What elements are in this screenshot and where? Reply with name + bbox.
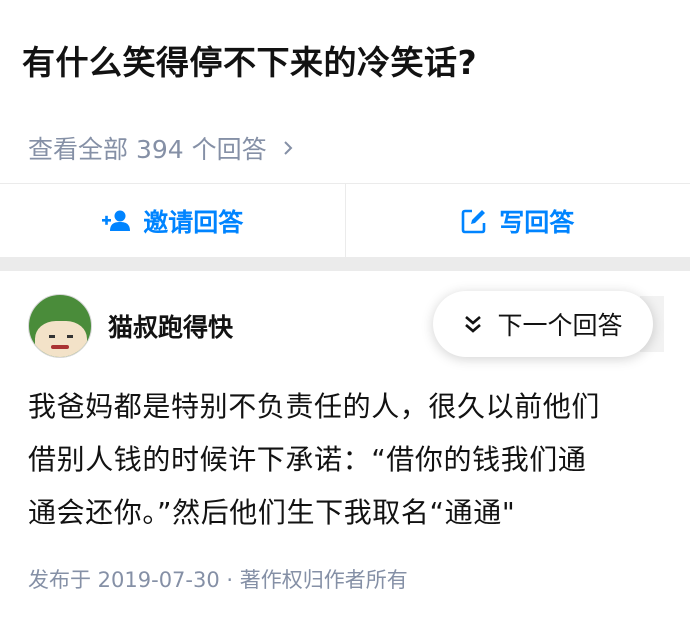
answer-line: 借别人钱的时候许下承诺：“借你的钱我们通 <box>28 443 587 476</box>
author-name[interactable]: 猫叔跑得快 <box>108 308 233 344</box>
next-answer-button[interactable]: 下一个回答 <box>433 291 653 357</box>
write-answer-button[interactable]: 写回答 <box>344 184 690 257</box>
invite-answer-label: 邀请回答 <box>143 207 244 237</box>
answer-content: 我爸妈都是特别不负责任的人，很久以前他们 借别人钱的时候许下承诺：“借你的钱我们… <box>28 380 668 539</box>
answer-meta: 发布于 2019-07-30 · 著作权归作者所有 <box>28 568 408 592</box>
section-divider <box>0 257 690 271</box>
view-all-answers-link[interactable]: 查看全部 394 个回答 <box>28 130 295 166</box>
write-answer-label: 写回答 <box>499 207 575 237</box>
next-answer-label: 下一个回答 <box>497 311 623 340</box>
view-all-label: 查看全部 394 个回答 <box>28 135 267 164</box>
double-chevron-down-icon <box>465 316 482 333</box>
add-user-icon <box>102 210 131 231</box>
invite-answer-button[interactable]: 邀请回答 <box>0 184 345 257</box>
answer-line: 通会还你。”然后他们生下我取名“通通" <box>28 496 516 529</box>
answer-author[interactable]: 猫叔跑得快 <box>28 294 233 358</box>
answer-line: 我爸妈都是特别不负责任的人，很久以前他们 <box>28 390 601 423</box>
chevron-right-icon <box>283 141 293 155</box>
edit-icon <box>461 209 486 233</box>
avatar[interactable] <box>28 294 92 358</box>
question-title: 有什么笑得停不下来的冷笑话? <box>22 43 478 82</box>
action-bar: 邀请回答 写回答 <box>0 183 690 257</box>
